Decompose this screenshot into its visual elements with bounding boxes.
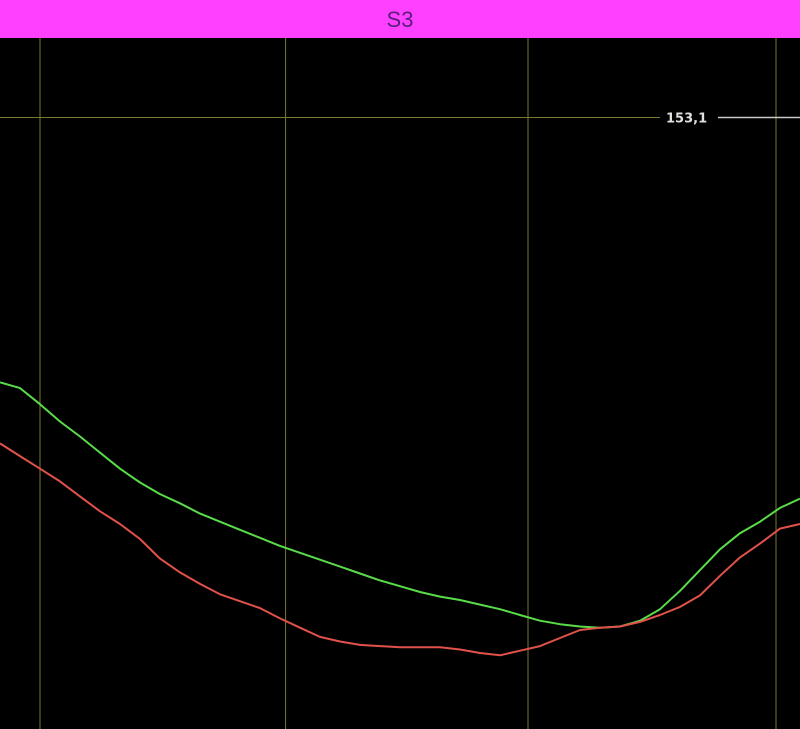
plot-area: 153,1	[0, 38, 800, 729]
chart-window: S3 153,1	[0, 0, 800, 729]
line-chart: 153,1	[0, 38, 800, 729]
reference-value-label: 153,1	[666, 111, 707, 126]
chart-title: S3	[386, 7, 414, 32]
chart-title-bar: S3	[0, 0, 800, 38]
